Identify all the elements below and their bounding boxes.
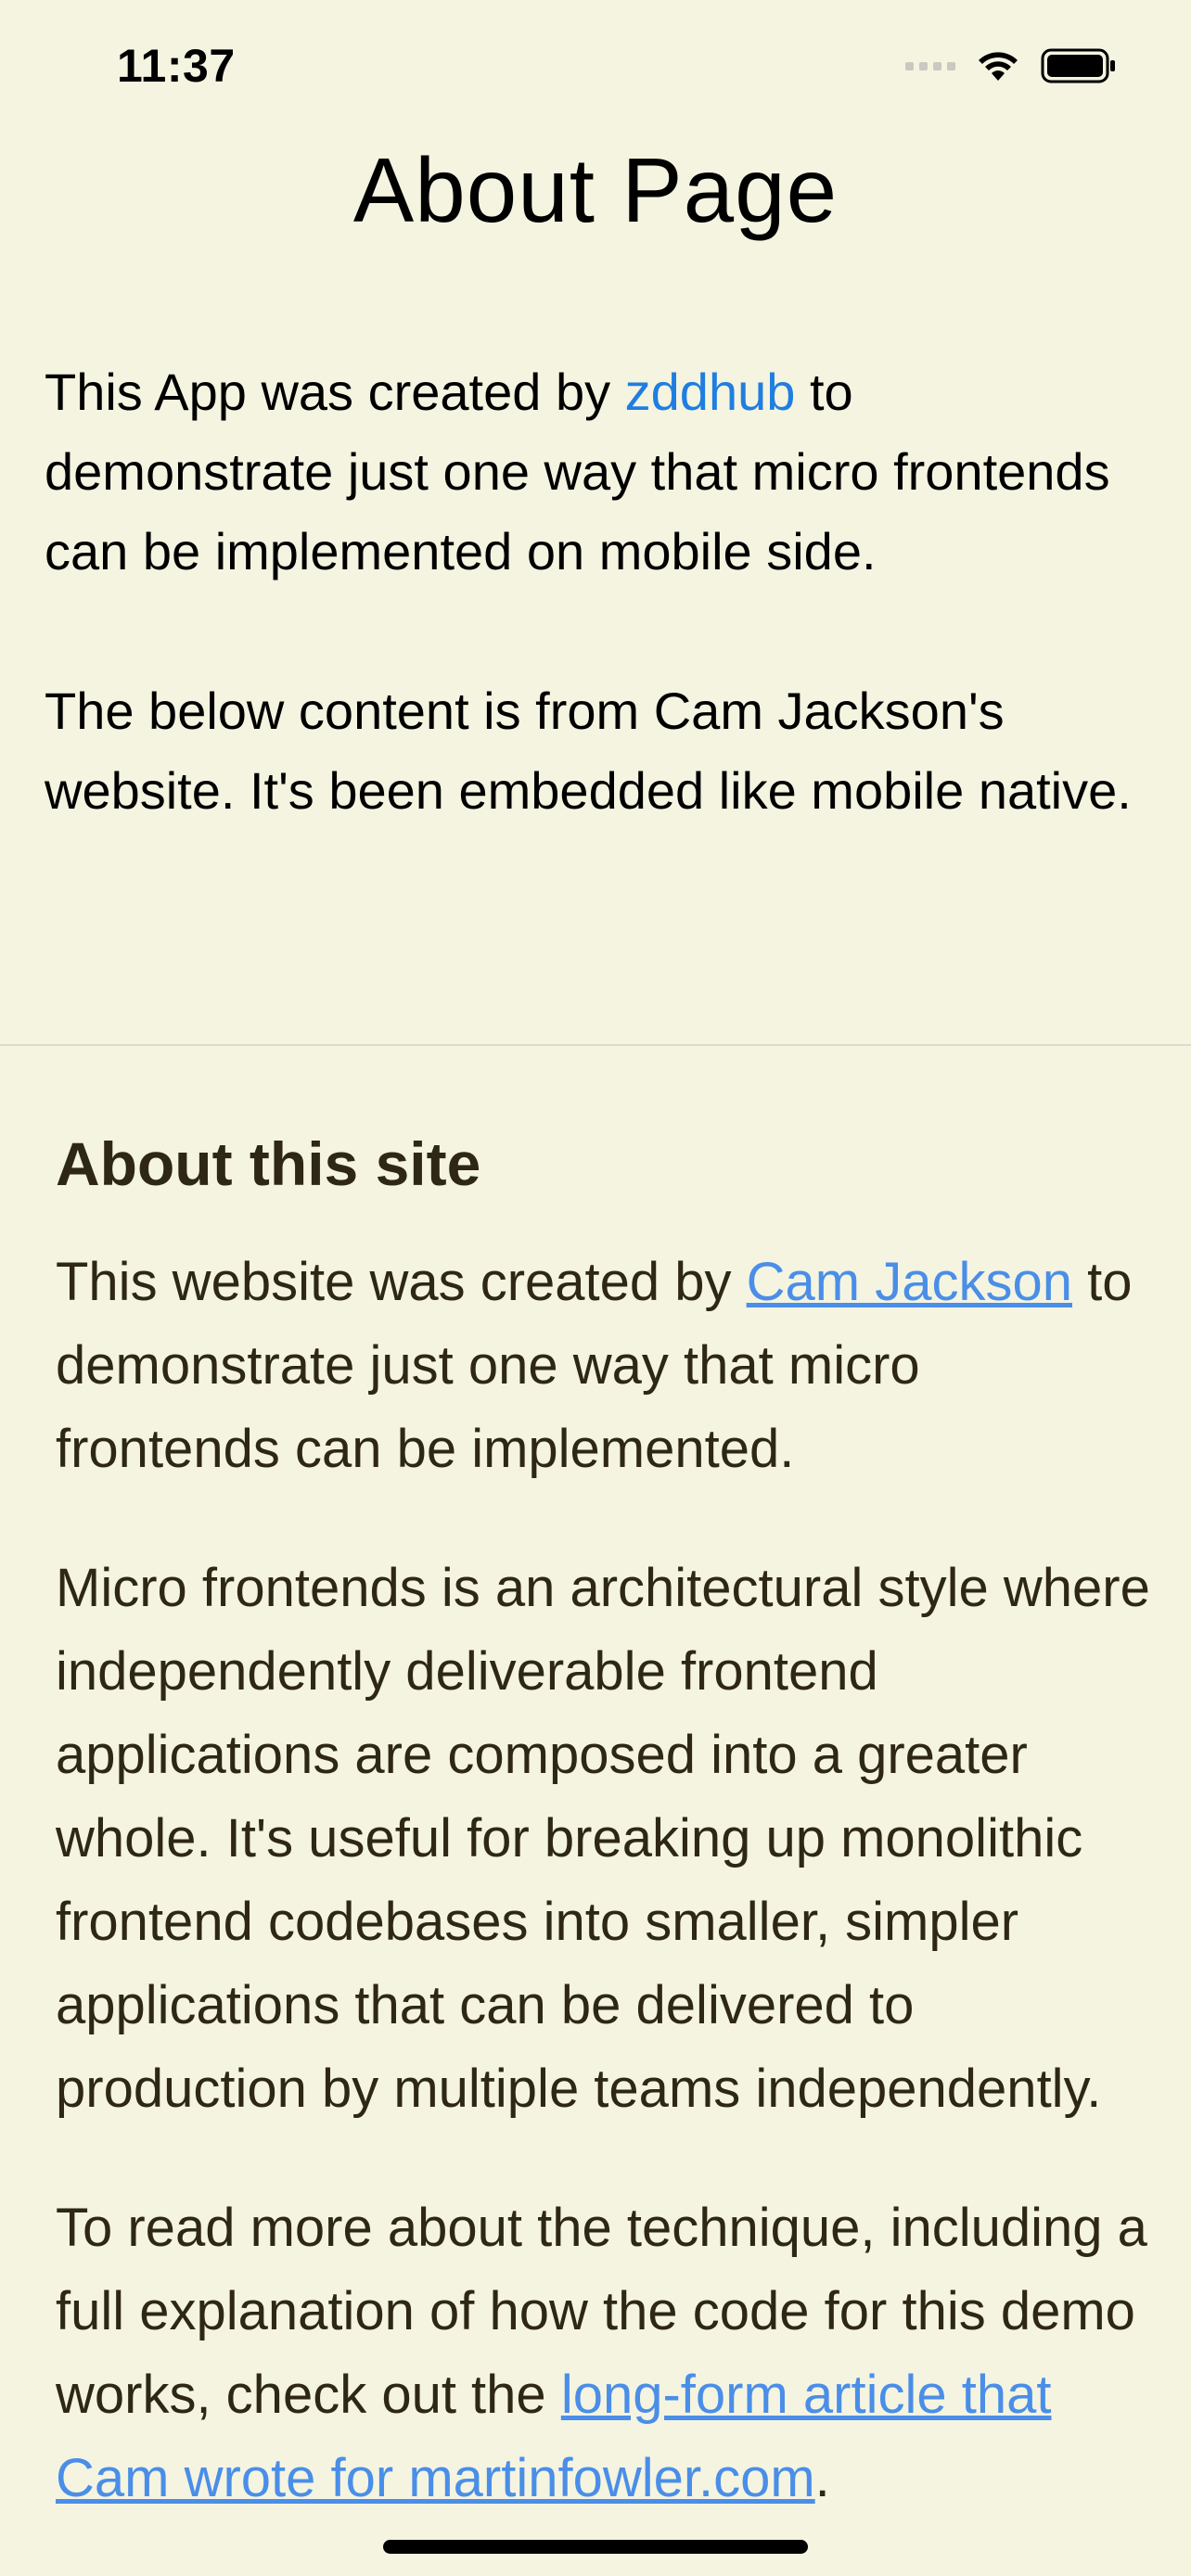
status-bar: 11:37 [0, 0, 1191, 130]
web-paragraph-2: Micro frontends is an architectural styl… [56, 1558, 1150, 2119]
status-time: 11:37 [117, 40, 236, 92]
wifi-icon [979, 52, 1018, 81]
cellular-signal-icon [905, 61, 955, 70]
intro-paragraph-1: This App was created by zddhub to demons… [45, 352, 1139, 592]
web-paragraph-1: This website was created by Cam Jackson … [56, 1241, 1150, 1491]
battery-icon [1041, 48, 1115, 83]
intro-paragraph-2: The below content is from Cam Jackson's … [45, 682, 1132, 820]
web-paragraph-3: To read more about the technique, includ… [56, 2187, 1150, 2520]
embedded-web-content: About this site This website was created… [56, 1113, 1150, 2520]
web-text-segment: . [814, 2448, 830, 2508]
home-indicator[interactable] [383, 2540, 808, 2554]
zddhub-link[interactable]: zddhub [625, 363, 796, 421]
divider [0, 1044, 1191, 1046]
cam-jackson-link[interactable]: Cam Jackson [747, 1252, 1072, 1312]
page-title: About Page [352, 139, 839, 241]
web-heading: About this site [56, 1129, 481, 1198]
intro-text: This App was created by zddhub to demons… [45, 352, 1139, 831]
status-icons [905, 48, 1117, 83]
intro-text-segment: This App was created by [45, 363, 625, 421]
web-text-segment: This website was created by [56, 1252, 747, 1312]
